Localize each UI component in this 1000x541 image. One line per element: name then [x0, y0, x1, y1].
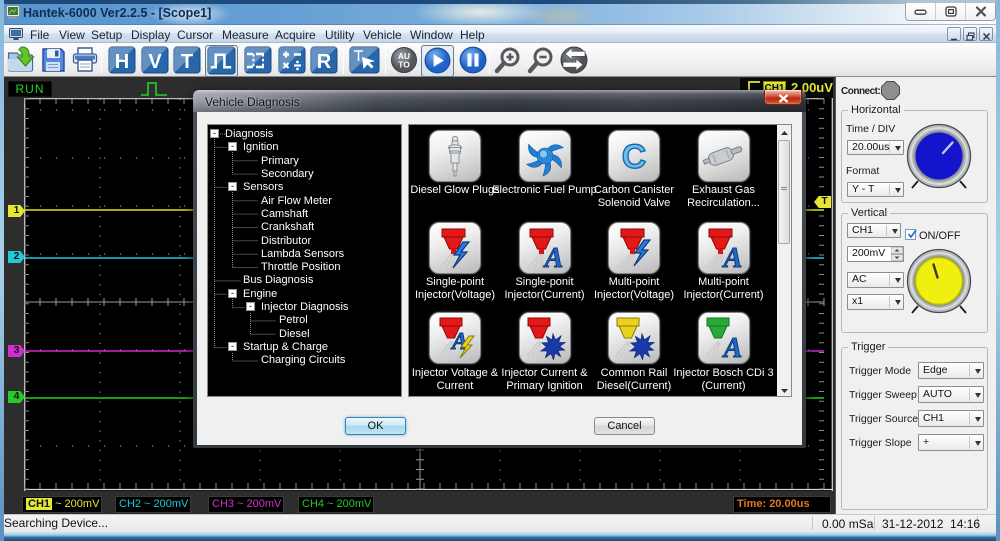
svg-text:V: V: [148, 51, 162, 73]
svg-text:R: R: [317, 51, 332, 73]
svg-text:H: H: [115, 51, 129, 73]
svg-text:C: C: [622, 138, 647, 176]
svg-text:A: A: [542, 243, 563, 270]
svg-text:T: T: [181, 51, 193, 73]
svg-text:A: A: [721, 333, 742, 360]
svg-text:TO: TO: [398, 60, 410, 70]
svg-text:A: A: [721, 243, 742, 270]
